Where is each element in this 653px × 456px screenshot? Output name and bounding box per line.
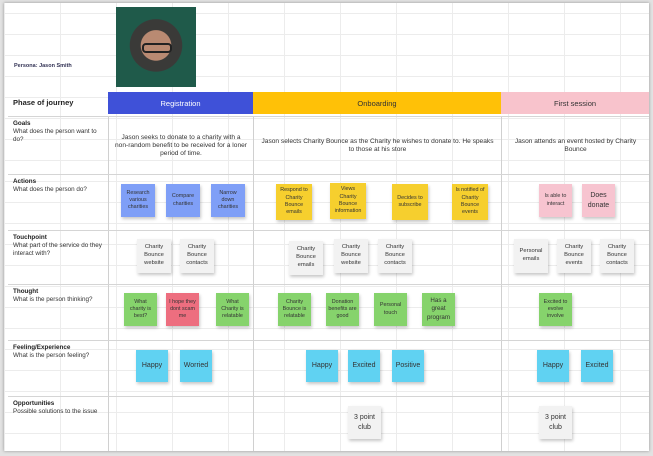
sticky-note[interactable]: Excited — [581, 350, 613, 382]
sticky-note[interactable]: Happy — [537, 350, 569, 382]
touchpoint-subtitle: What part of the service do they interac… — [13, 241, 102, 257]
sticky-note[interactable]: Excited — [348, 350, 380, 382]
goals-subtitle: What does the person want to do? — [13, 127, 97, 143]
sticky-note[interactable]: Charity Bounce emails — [289, 241, 323, 275]
sticky-note[interactable]: Positive — [392, 350, 424, 382]
sticky-note[interactable]: 3 point club — [348, 406, 381, 439]
thought-subtitle: What is the person thinking? — [13, 295, 93, 303]
thought-label: Thought What is the person thinking? — [8, 285, 108, 341]
sticky-note[interactable]: Charity Bounce contacts — [180, 239, 214, 273]
sticky-note[interactable]: Has a great program — [422, 293, 455, 326]
phase-first-session[interactable]: First session — [501, 92, 649, 114]
sticky-note[interactable]: Charity Bounce website — [137, 239, 171, 273]
goals-label: Goals What does the person want to do? — [8, 117, 108, 175]
feeling-title: Feeling/Experience — [13, 344, 71, 351]
opportunities-subtitle: Possible solutions to the issue — [13, 407, 98, 415]
sticky-note[interactable]: Charity Bounce contacts — [378, 239, 412, 273]
opportunities-label: Opportunities Possible solutions to the … — [8, 397, 108, 451]
touchpoint-title: Touchpoint — [13, 234, 47, 241]
sticky-note[interactable]: Worried — [180, 350, 212, 382]
feeling-subtitle: What is the person feeling? — [13, 351, 90, 359]
sticky-note[interactable]: What charity is best? — [124, 293, 157, 326]
goals-row: Goals What does the person want to do? J… — [8, 116, 649, 175]
sticky-note[interactable]: Views Charity Bounce information — [330, 183, 366, 219]
sticky-note[interactable]: Charity Bounce events — [557, 239, 591, 273]
goals-cell-registration: Jason seeks to donate to a charity with … — [108, 117, 253, 175]
persona-photo — [116, 7, 196, 87]
thought-cell-first-session — [501, 285, 649, 341]
goal-text: Jason seeks to donate to a charity with … — [115, 133, 247, 158]
sticky-note[interactable]: Happy — [136, 350, 168, 382]
sticky-note[interactable]: Research various charities — [121, 184, 155, 217]
sticky-note[interactable]: Is able to interact — [539, 184, 572, 217]
touchpoint-row: Touchpoint What part of the service do t… — [8, 230, 649, 285]
goals-cell-first-session: Jason attends an event hosted by Charity… — [501, 117, 649, 175]
goal-text: Jason attends an event hosted by Charity… — [514, 137, 637, 153]
goal-text: Jason selects Charity Bounce as the Char… — [261, 137, 494, 153]
phase-header-row: Phase of journey Registration Onboarding… — [8, 92, 649, 114]
sticky-note[interactable]: Charity Bounce contacts — [600, 239, 634, 273]
actions-label: Actions What does the person do? — [8, 175, 108, 231]
opportunities-title: Opportunities — [13, 400, 55, 407]
sticky-note[interactable]: 3 point club — [539, 406, 572, 439]
phase-registration[interactable]: Registration — [108, 92, 253, 114]
touchpoint-label: Touchpoint What part of the service do t… — [8, 231, 108, 285]
persona-label: Persona: Jason Smith — [14, 63, 72, 69]
journey-map-board: Persona: Jason Smith Phase of journey Re… — [4, 3, 649, 451]
actions-cell-first-session — [501, 175, 649, 231]
sticky-note[interactable]: Donation benefits are good — [326, 293, 359, 326]
sticky-note[interactable]: Is notified of Charity Bounce events — [452, 184, 488, 220]
sticky-note[interactable]: I hope they dont scam me — [166, 293, 199, 326]
sticky-note[interactable]: Decides to subscribe — [392, 184, 428, 220]
opportunities-row: Opportunities Possible solutions to the … — [8, 396, 649, 451]
actions-title: Actions — [13, 178, 37, 185]
goals-title: Goals — [13, 120, 31, 127]
phase-row-label: Phase of journey — [13, 98, 74, 108]
sticky-note[interactable]: Personal emails — [514, 239, 548, 273]
sticky-note[interactable]: Charity Bounce is relatable — [278, 293, 311, 326]
thought-title: Thought — [13, 288, 39, 295]
actions-row: Actions What does the person do? Researc… — [8, 174, 649, 231]
sticky-note[interactable]: Happy — [306, 350, 338, 382]
thought-row: Thought What is the person thinking? Wha… — [8, 284, 649, 341]
sticky-note[interactable]: Excited to evolve involve — [539, 293, 572, 326]
actions-subtitle: What does the person do? — [13, 185, 87, 193]
sticky-note[interactable]: Does donate — [582, 184, 615, 217]
goals-cell-onboarding: Jason selects Charity Bounce as the Char… — [253, 117, 501, 175]
sticky-note[interactable]: Respond to Charity Bounce emails — [276, 184, 312, 220]
sticky-note[interactable]: Narrow down charities — [211, 184, 245, 217]
sticky-note[interactable]: Compare charities — [166, 184, 200, 217]
sticky-note[interactable]: Personal touch — [374, 293, 407, 326]
sticky-note[interactable]: What Charity is relatable — [216, 293, 249, 326]
feeling-row: Feeling/Experience What is the person fe… — [8, 340, 649, 397]
phase-onboarding[interactable]: Onboarding — [253, 92, 501, 114]
opportunities-cell-registration — [108, 397, 253, 451]
opportunities-cell-first-session — [501, 397, 649, 451]
feeling-label: Feeling/Experience What is the person fe… — [8, 341, 108, 397]
sticky-note[interactable]: Charity Bounce website — [334, 239, 368, 273]
feeling-cell-first-session — [501, 341, 649, 397]
